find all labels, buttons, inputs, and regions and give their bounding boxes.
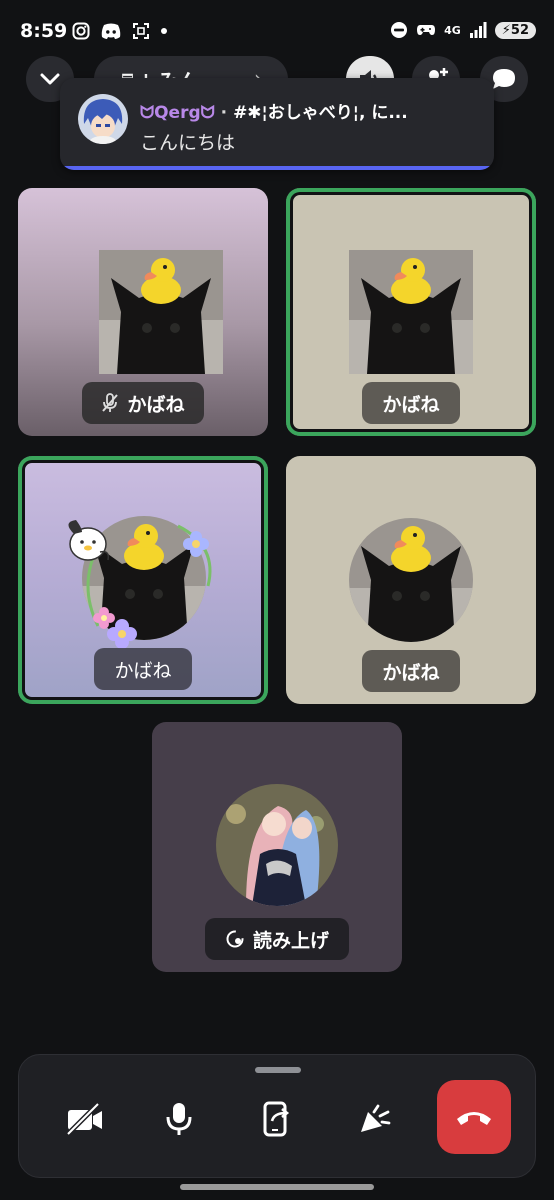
participant-avatar <box>99 250 223 374</box>
participant-name: かばね <box>382 661 440 684</box>
notification-title: ᗢQergᗢ · #✱¦おしゃべり¦, に... <box>140 98 486 123</box>
mic-muted-icon <box>102 393 119 412</box>
notification-progress <box>60 166 494 170</box>
microphone-icon <box>166 1103 192 1135</box>
notification-channel: #✱¦おしゃべり¦, に... <box>233 103 408 123</box>
dot-icon <box>161 28 167 34</box>
message-notification[interactable]: ᗢQergᗢ · #✱¦おしゃべり¦, に... こんにちは <box>60 78 494 170</box>
discord-icon <box>101 23 121 39</box>
participant-nameplate: 読み上げ <box>205 918 349 960</box>
battery-level: 52 <box>510 22 529 38</box>
participant-avatar <box>216 784 338 906</box>
system-icons: 4G ⚡52 <box>390 21 536 39</box>
battery-icon: ⚡52 <box>494 21 536 39</box>
home-indicator[interactable] <box>180 1184 374 1190</box>
avatar-decoration <box>68 506 228 656</box>
participant-avatar <box>349 518 473 642</box>
participant-nameplate: かばね <box>362 650 460 692</box>
soundboard-icon <box>361 1104 391 1132</box>
camera-off-icon <box>66 1103 102 1135</box>
screen-share-icon <box>263 1101 290 1137</box>
game-icon <box>417 25 436 35</box>
participant-nameplate: かばね <box>362 382 460 424</box>
bot-status-icon <box>226 930 244 948</box>
microphone-button[interactable] <box>143 1083 215 1155</box>
sender-avatar <box>78 94 128 144</box>
participant-name: かばね <box>127 393 185 416</box>
drag-handle[interactable] <box>255 1067 301 1073</box>
signal-icon <box>469 22 487 38</box>
participant-nameplate: かばね <box>82 382 204 424</box>
network-label: 4G <box>444 23 461 37</box>
participant-name: 読み上げ <box>252 929 329 952</box>
end-call-button[interactable] <box>437 1080 511 1154</box>
participant-name: かばね <box>114 659 172 682</box>
call-controls <box>18 1054 536 1178</box>
participant-tile[interactable]: かばね <box>18 456 268 704</box>
participant-tile[interactable]: かばね <box>286 188 536 436</box>
screenshot-icon <box>133 23 149 39</box>
chat-bubble-icon <box>493 69 515 89</box>
status-bar: 8:59 4G ⚡52 <box>0 0 554 64</box>
notification-separator: · <box>214 103 234 123</box>
participant-name: かばね <box>382 393 440 416</box>
instagram-icon <box>72 22 90 40</box>
hang-up-icon <box>457 1112 491 1125</box>
chevron-down-icon <box>40 73 60 85</box>
camera-toggle-button[interactable] <box>49 1083 121 1155</box>
dnd-icon <box>391 22 408 38</box>
clock: 8:59 <box>20 20 68 42</box>
participant-avatar <box>349 250 473 374</box>
participant-tile[interactable]: かばね <box>286 456 536 704</box>
notification-icons <box>72 22 168 40</box>
soundboard-button[interactable] <box>339 1083 411 1155</box>
screen-share-button[interactable] <box>241 1083 313 1155</box>
notification-sender: ᗢQergᗢ <box>140 103 215 123</box>
participant-tile[interactable]: かばね <box>18 188 268 436</box>
participant-nameplate: かばね <box>94 648 192 690</box>
notification-message: こんにちは <box>140 132 236 154</box>
participant-tile[interactable]: 読み上げ <box>152 722 402 972</box>
